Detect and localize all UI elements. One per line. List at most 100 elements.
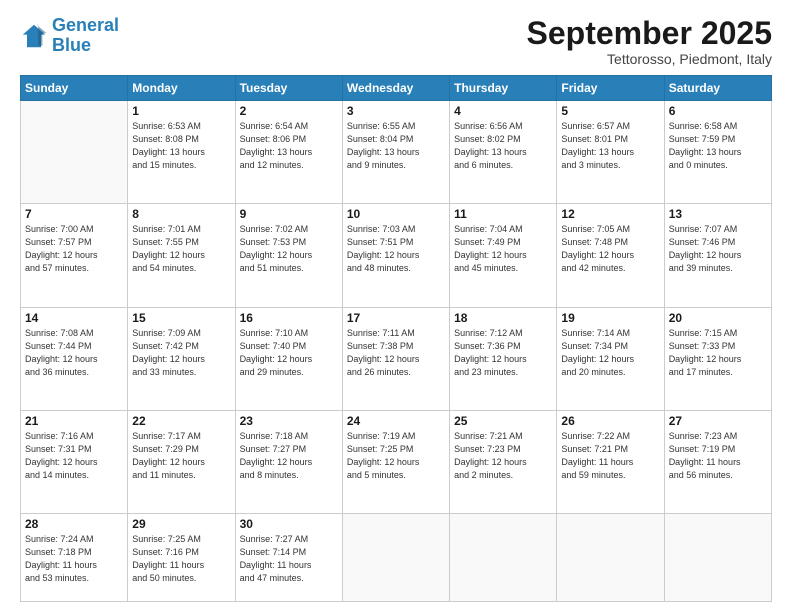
calendar-cell: 30 Sunrise: 7:27 AM Sunset: 7:14 PM Dayli… xyxy=(235,513,342,601)
col-header-monday: Monday xyxy=(128,76,235,101)
calendar-cell: 11 Sunrise: 7:04 AM Sunset: 7:49 PM Dayli… xyxy=(450,204,557,307)
logo-icon xyxy=(20,22,48,50)
calendar-cell: 3 Sunrise: 6:55 AM Sunset: 8:04 PM Daylig… xyxy=(342,101,449,204)
calendar-cell xyxy=(21,101,128,204)
calendar-cell: 23Sunrise: 7:18 AM Sunset: 7:27 PM Dayli… xyxy=(235,410,342,513)
header: General Blue September 2025 Tettorosso, … xyxy=(20,16,772,67)
day-info: Sunrise: 6:58 AM Sunset: 7:59 PM Dayligh… xyxy=(669,120,767,172)
day-info: Sunrise: 7:02 AM Sunset: 7:53 PM Dayligh… xyxy=(240,223,338,275)
logo-line2: Blue xyxy=(52,35,91,55)
day-number: 27 xyxy=(669,414,767,428)
calendar-week-3: 14 Sunrise: 7:08 AM Sunset: 7:44 PM Dayli… xyxy=(21,307,772,410)
day-info: Sunrise: 7:10 AM Sunset: 7:40 PM Dayligh… xyxy=(240,327,338,379)
day-number: 9 xyxy=(240,207,338,221)
day-info: Sunrise: 7:18 AM Sunset: 7:27 PM Dayligh… xyxy=(240,430,338,482)
calendar-cell: 20Sunrise: 7:15 AM Sunset: 7:33 PM Dayli… xyxy=(664,307,771,410)
day-number: 17 xyxy=(347,311,445,325)
day-number: 26 xyxy=(561,414,659,428)
day-number: 21 xyxy=(25,414,123,428)
calendar-cell xyxy=(342,513,449,601)
calendar-cell: 28 Sunrise: 7:24 AM Sunset: 7:18 PM Dayli… xyxy=(21,513,128,601)
day-info: Sunrise: 7:24 AM Sunset: 7:18 PM Dayligh… xyxy=(25,533,123,585)
col-header-thursday: Thursday xyxy=(450,76,557,101)
col-header-tuesday: Tuesday xyxy=(235,76,342,101)
day-info: Sunrise: 7:08 AM Sunset: 7:44 PM Dayligh… xyxy=(25,327,123,379)
calendar-week-5: 28 Sunrise: 7:24 AM Sunset: 7:18 PM Dayli… xyxy=(21,513,772,601)
calendar-cell: 8 Sunrise: 7:01 AM Sunset: 7:55 PM Daylig… xyxy=(128,204,235,307)
day-info: Sunrise: 7:12 AM Sunset: 7:36 PM Dayligh… xyxy=(454,327,552,379)
logo: General Blue xyxy=(20,16,119,56)
day-number: 7 xyxy=(25,207,123,221)
day-number: 4 xyxy=(454,104,552,118)
calendar-table: SundayMondayTuesdayWednesdayThursdayFrid… xyxy=(20,75,772,602)
day-info: Sunrise: 6:57 AM Sunset: 8:01 PM Dayligh… xyxy=(561,120,659,172)
day-number: 18 xyxy=(454,311,552,325)
day-info: Sunrise: 7:27 AM Sunset: 7:14 PM Dayligh… xyxy=(240,533,338,585)
day-number: 5 xyxy=(561,104,659,118)
day-info: Sunrise: 6:56 AM Sunset: 8:02 PM Dayligh… xyxy=(454,120,552,172)
calendar-cell: 14 Sunrise: 7:08 AM Sunset: 7:44 PM Dayli… xyxy=(21,307,128,410)
calendar-cell: 7Sunrise: 7:00 AM Sunset: 7:57 PM Daylig… xyxy=(21,204,128,307)
calendar-week-1: 1 Sunrise: 6:53 AM Sunset: 8:08 PM Daylig… xyxy=(21,101,772,204)
location-subtitle: Tettorosso, Piedmont, Italy xyxy=(527,51,772,67)
day-info: Sunrise: 7:03 AM Sunset: 7:51 PM Dayligh… xyxy=(347,223,445,275)
day-info: Sunrise: 7:11 AM Sunset: 7:38 PM Dayligh… xyxy=(347,327,445,379)
month-title: September 2025 xyxy=(527,16,772,51)
calendar-cell: 15 Sunrise: 7:09 AM Sunset: 7:42 PM Dayli… xyxy=(128,307,235,410)
calendar-cell: 4 Sunrise: 6:56 AM Sunset: 8:02 PM Daylig… xyxy=(450,101,557,204)
day-info: Sunrise: 7:09 AM Sunset: 7:42 PM Dayligh… xyxy=(132,327,230,379)
calendar-week-4: 21 Sunrise: 7:16 AM Sunset: 7:31 PM Dayli… xyxy=(21,410,772,513)
day-number: 11 xyxy=(454,207,552,221)
day-info: Sunrise: 7:05 AM Sunset: 7:48 PM Dayligh… xyxy=(561,223,659,275)
day-number: 3 xyxy=(347,104,445,118)
col-header-wednesday: Wednesday xyxy=(342,76,449,101)
calendar-cell: 24Sunrise: 7:19 AM Sunset: 7:25 PM Dayli… xyxy=(342,410,449,513)
day-number: 16 xyxy=(240,311,338,325)
day-info: Sunrise: 7:14 AM Sunset: 7:34 PM Dayligh… xyxy=(561,327,659,379)
calendar-cell: 26Sunrise: 7:22 AM Sunset: 7:21 PM Dayli… xyxy=(557,410,664,513)
col-header-saturday: Saturday xyxy=(664,76,771,101)
calendar-cell: 29Sunrise: 7:25 AM Sunset: 7:16 PM Dayli… xyxy=(128,513,235,601)
day-number: 24 xyxy=(347,414,445,428)
day-number: 2 xyxy=(240,104,338,118)
page: General Blue September 2025 Tettorosso, … xyxy=(0,0,792,612)
day-info: Sunrise: 7:01 AM Sunset: 7:55 PM Dayligh… xyxy=(132,223,230,275)
day-info: Sunrise: 6:53 AM Sunset: 8:08 PM Dayligh… xyxy=(132,120,230,172)
day-info: Sunrise: 6:55 AM Sunset: 8:04 PM Dayligh… xyxy=(347,120,445,172)
calendar-cell: 21 Sunrise: 7:16 AM Sunset: 7:31 PM Dayli… xyxy=(21,410,128,513)
col-header-sunday: Sunday xyxy=(21,76,128,101)
calendar-cell: 12 Sunrise: 7:05 AM Sunset: 7:48 PM Dayli… xyxy=(557,204,664,307)
day-number: 20 xyxy=(669,311,767,325)
day-number: 30 xyxy=(240,517,338,531)
day-number: 8 xyxy=(132,207,230,221)
day-number: 15 xyxy=(132,311,230,325)
header-row: SundayMondayTuesdayWednesdayThursdayFrid… xyxy=(21,76,772,101)
calendar-cell: 19 Sunrise: 7:14 AM Sunset: 7:34 PM Dayli… xyxy=(557,307,664,410)
day-number: 29 xyxy=(132,517,230,531)
day-number: 1 xyxy=(132,104,230,118)
calendar-cell: 2 Sunrise: 6:54 AM Sunset: 8:06 PM Daylig… xyxy=(235,101,342,204)
calendar-cell: 22 Sunrise: 7:17 AM Sunset: 7:29 PM Dayli… xyxy=(128,410,235,513)
calendar-cell: 25Sunrise: 7:21 AM Sunset: 7:23 PM Dayli… xyxy=(450,410,557,513)
day-number: 12 xyxy=(561,207,659,221)
calendar-cell: 27 Sunrise: 7:23 AM Sunset: 7:19 PM Dayli… xyxy=(664,410,771,513)
calendar-cell: 1 Sunrise: 6:53 AM Sunset: 8:08 PM Daylig… xyxy=(128,101,235,204)
day-number: 22 xyxy=(132,414,230,428)
day-info: Sunrise: 7:16 AM Sunset: 7:31 PM Dayligh… xyxy=(25,430,123,482)
calendar-week-2: 7Sunrise: 7:00 AM Sunset: 7:57 PM Daylig… xyxy=(21,204,772,307)
calendar-cell: 13Sunrise: 7:07 AM Sunset: 7:46 PM Dayli… xyxy=(664,204,771,307)
calendar-cell: 16 Sunrise: 7:10 AM Sunset: 7:40 PM Dayli… xyxy=(235,307,342,410)
day-info: Sunrise: 7:07 AM Sunset: 7:46 PM Dayligh… xyxy=(669,223,767,275)
day-number: 14 xyxy=(25,311,123,325)
day-info: Sunrise: 7:17 AM Sunset: 7:29 PM Dayligh… xyxy=(132,430,230,482)
title-block: September 2025 Tettorosso, Piedmont, Ita… xyxy=(527,16,772,67)
day-info: Sunrise: 6:54 AM Sunset: 8:06 PM Dayligh… xyxy=(240,120,338,172)
day-number: 28 xyxy=(25,517,123,531)
day-info: Sunrise: 7:23 AM Sunset: 7:19 PM Dayligh… xyxy=(669,430,767,482)
day-number: 10 xyxy=(347,207,445,221)
calendar-cell xyxy=(664,513,771,601)
day-number: 19 xyxy=(561,311,659,325)
day-info: Sunrise: 7:04 AM Sunset: 7:49 PM Dayligh… xyxy=(454,223,552,275)
calendar-cell: 6Sunrise: 6:58 AM Sunset: 7:59 PM Daylig… xyxy=(664,101,771,204)
day-number: 25 xyxy=(454,414,552,428)
